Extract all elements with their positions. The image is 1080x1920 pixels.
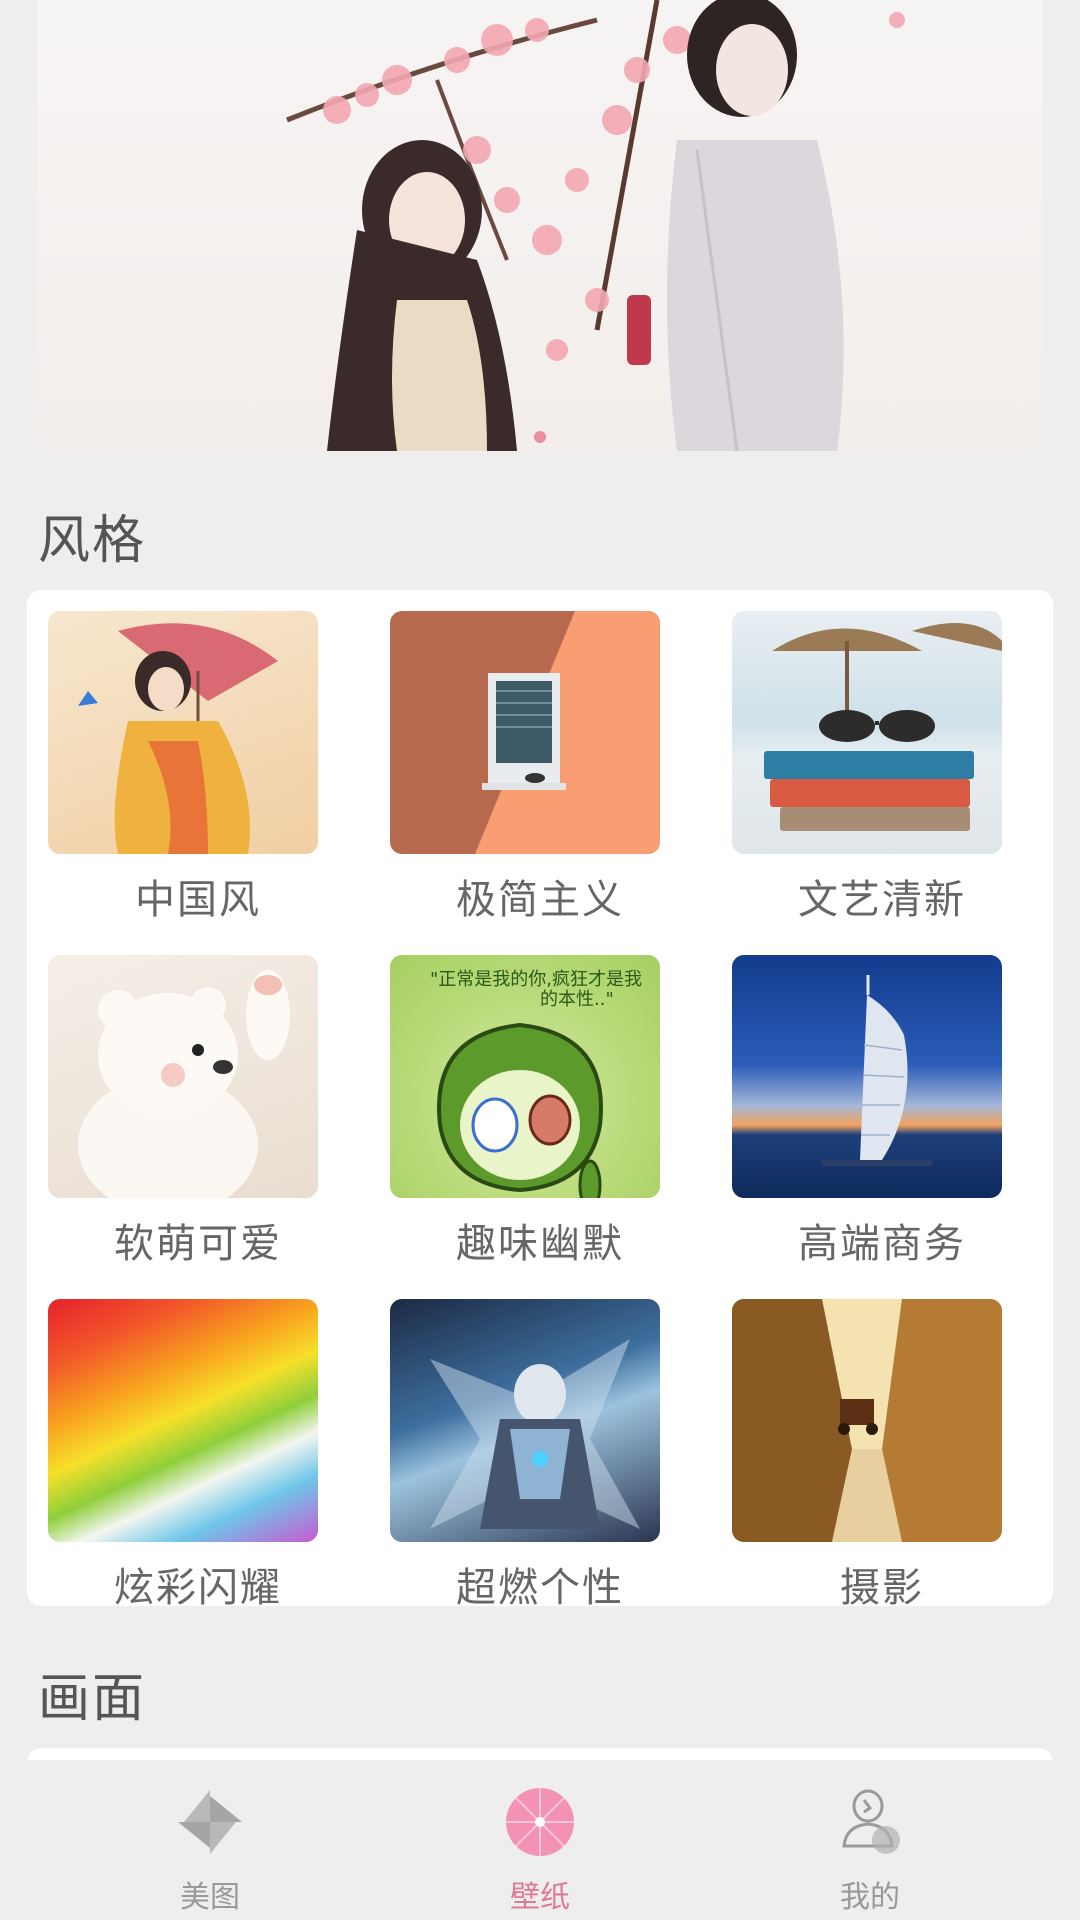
style-tile-business[interactable]: 高端商务 [732,955,1002,1267]
style-label: 文艺清新 [798,877,966,923]
humor-thumbnail: "正常是我的你,疯狂才是我 的本性.." [390,955,660,1198]
style-label: 软萌可爱 [114,1221,282,1267]
section-title-style: 风格 [38,511,147,571]
profile-icon [842,1789,900,1854]
pinwheel-icon [178,1790,242,1854]
nav-label: 壁纸 [510,1880,570,1915]
svg-text:"正常是我的你,疯狂才是我: "正常是我的你,疯狂才是我 [430,969,642,990]
literary-fresh-thumbnail [732,611,1002,854]
cute-thumbnail [48,955,318,1198]
business-thumbnail [732,955,1002,1198]
colorful-thumbnail [48,1299,318,1542]
style-tile-photography[interactable]: 摄影 [732,1299,1002,1611]
style-label: 炫彩闪耀 [114,1565,282,1611]
style-tile-chinese[interactable]: 中国风 [48,611,318,923]
personality-thumbnail [390,1299,660,1542]
style-tile-personality[interactable]: 超燃个性 [390,1299,660,1611]
style-label: 极简主义 [456,877,624,923]
style-tile-literary[interactable]: 文艺清新 [732,611,1002,923]
nav-label: 我的 [840,1880,900,1915]
style-label: 中国风 [135,877,261,923]
style-label: 趣味幽默 [456,1221,624,1267]
nav-item-mine[interactable]: 我的 [770,1760,970,1920]
minimalism-thumbnail [390,611,660,854]
style-tile-humor[interactable]: "正常是我的你,疯狂才是我 的本性.." 趣味幽默 [390,955,660,1267]
photography-thumbnail [732,1299,1002,1542]
nav-item-wallpaper[interactable]: 壁纸 [440,1760,640,1920]
style-label: 高端商务 [798,1221,966,1267]
umbrella-icon [506,1788,574,1856]
chinese-style-thumbnail [48,611,318,854]
style-grid: 中国风 极简主义 文艺清新 软萌可爱 "正常是我的你,疯狂才是我 的本性.." … [27,590,1053,1611]
style-label: 摄影 [840,1565,924,1611]
banner-carousel[interactable] [37,0,1043,451]
svg-text:的本性..": 的本性.." [540,989,614,1010]
section-title-scene: 画面 [38,1669,147,1729]
bottom-navigation: 美图 壁纸 我的 [0,1760,1080,1920]
banner-illustration [286,0,905,451]
style-label: 超燃个性 [456,1565,624,1611]
carousel-dot-active [534,431,546,443]
style-tile-cute[interactable]: 软萌可爱 [48,955,318,1267]
nav-item-gallery[interactable]: 美图 [110,1760,310,1920]
carousel-indicator [37,431,1043,443]
style-tile-colorful[interactable]: 炫彩闪耀 [48,1299,318,1611]
style-tile-minimalism[interactable]: 极简主义 [390,611,660,923]
nav-label: 美图 [180,1880,240,1915]
